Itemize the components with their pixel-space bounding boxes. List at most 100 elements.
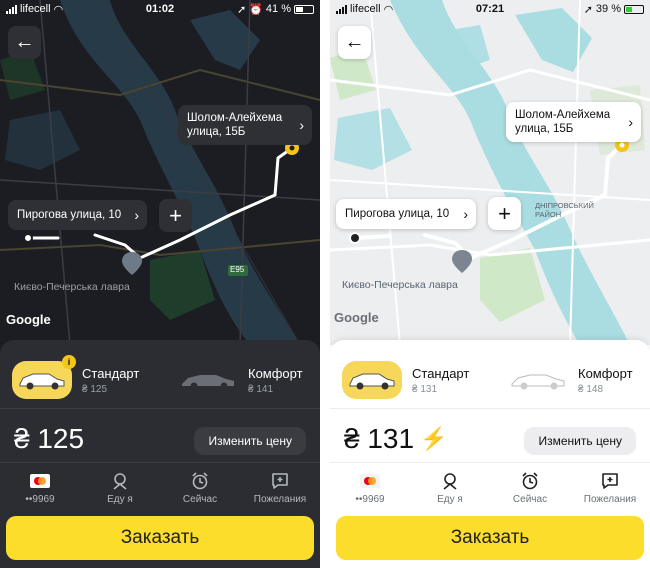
change-price-button[interactable]: Изменить цену bbox=[524, 427, 636, 455]
arrow-left-icon: ← bbox=[344, 31, 365, 53]
back-button[interactable]: ← bbox=[338, 26, 371, 59]
divider bbox=[0, 408, 320, 409]
comment-plus-icon bbox=[272, 473, 288, 489]
back-button[interactable]: ← bbox=[8, 26, 41, 59]
divider bbox=[330, 408, 650, 409]
wishes-label: Пожелания bbox=[583, 494, 637, 505]
phone-screen-light: Києво-Печерська лавра ДНІПРОВСЬКИЙ РАЙОН… bbox=[330, 0, 650, 568]
tariff-name: Комфорт bbox=[578, 365, 633, 381]
status-time: 01:02 bbox=[145, 3, 175, 15]
chevron-right-icon: › bbox=[628, 114, 633, 130]
schedule-button[interactable]: Сейчас bbox=[160, 466, 240, 510]
destination-address-line2: улица, 15Б bbox=[515, 123, 574, 135]
destination-address-chip[interactable]: Шолом-Алейхема улица, 15Б › bbox=[506, 102, 641, 142]
schedule-label: Сейчас bbox=[182, 494, 218, 505]
battery-percent: 41 % bbox=[265, 3, 291, 15]
map[interactable]: Києво-Печерська лавра E95 Google bbox=[0, 0, 320, 345]
passenger-label: Еду я bbox=[107, 494, 133, 505]
status-bar: lifecell ◠ 01:02 ➚ ⏰ 41 % bbox=[0, 0, 320, 18]
tariff-comfort[interactable]: Комфорт ₴ 148 bbox=[508, 350, 633, 410]
person-icon bbox=[113, 473, 127, 490]
destination-address-chip[interactable]: Шолом-Алейхема улица, 15Б › bbox=[178, 105, 312, 145]
comment-plus-icon bbox=[602, 473, 618, 489]
tariff-standard[interactable]: i Стандарт ₴ 125 bbox=[12, 350, 139, 410]
wishes-button[interactable]: Пожелания bbox=[570, 466, 650, 510]
google-logo: Google bbox=[334, 310, 379, 325]
order-button[interactable]: Заказать bbox=[6, 516, 314, 560]
tariff-price: ₴ 148 bbox=[578, 383, 604, 395]
arrow-left-icon: ← bbox=[14, 31, 35, 53]
map-graphic bbox=[0, 0, 320, 345]
signal-icon bbox=[336, 4, 347, 14]
destination-address-line1: Шолом-Алейхема bbox=[515, 109, 611, 121]
payment-method-button[interactable]: ••9969 bbox=[330, 466, 410, 510]
payment-label: ••9969 bbox=[355, 494, 385, 505]
schedule-label: Сейчас bbox=[512, 494, 548, 505]
tariff-selector: Стандарт ₴ 131 Комфорт ₴ 148 bbox=[330, 350, 650, 410]
add-stop-button[interactable]: + bbox=[488, 197, 521, 230]
map-graphic bbox=[330, 0, 650, 345]
tariff-price: ₴ 131 bbox=[412, 383, 438, 395]
car-icon bbox=[511, 374, 565, 390]
change-price-button[interactable]: Изменить цену bbox=[194, 427, 306, 455]
status-bar: lifecell ◠ 07:21 ➚ 39 % bbox=[330, 0, 650, 18]
chevron-right-icon: › bbox=[299, 117, 304, 133]
alarm-clock-icon bbox=[192, 472, 208, 490]
destination-address-line2: улица, 15Б bbox=[187, 126, 246, 138]
car-icon bbox=[19, 373, 65, 390]
mastercard-icon bbox=[30, 474, 50, 488]
car-thumbnail bbox=[178, 361, 238, 399]
car-thumbnail bbox=[342, 361, 402, 399]
map-label-district: ДНІПРОВСЬКИЙ РАЙОН bbox=[535, 201, 594, 219]
tariff-name: Стандарт bbox=[82, 365, 140, 381]
surge-bolt-icon: ⚡ bbox=[420, 426, 448, 451]
location-icon: ➚ bbox=[237, 3, 247, 16]
mastercard-icon bbox=[360, 474, 380, 488]
tariff-comfort[interactable]: Комфорт ₴ 141 bbox=[178, 350, 303, 410]
passenger-button[interactable]: Еду я bbox=[410, 466, 490, 510]
person-icon bbox=[443, 473, 457, 490]
chevron-right-icon: › bbox=[134, 207, 139, 223]
car-thumbnail: i bbox=[12, 355, 76, 399]
divider bbox=[330, 462, 650, 463]
payment-method-button[interactable]: ••9969 bbox=[0, 466, 80, 510]
map[interactable]: Києво-Печерська лавра ДНІПРОВСЬКИЙ РАЙОН… bbox=[330, 0, 650, 345]
divider bbox=[0, 462, 320, 463]
car-icon bbox=[349, 373, 395, 390]
bottom-sheet: Стандарт ₴ 131 Комфорт ₴ 148 ₴ 131 ⚡ Изм… bbox=[330, 340, 650, 568]
tariff-name: Стандарт bbox=[412, 365, 470, 381]
carrier-name: lifecell bbox=[20, 3, 51, 15]
wifi-icon: ◠ bbox=[53, 3, 64, 16]
pickup-address-chip[interactable]: Пирогова улица, 10 › bbox=[8, 200, 147, 230]
plus-icon: + bbox=[498, 200, 511, 226]
tariff-name: Комфорт bbox=[248, 365, 303, 381]
pickup-address-chip[interactable]: Пирогова улица, 10 › bbox=[336, 199, 476, 229]
wishes-label: Пожелания bbox=[253, 494, 307, 505]
passenger-button[interactable]: Еду я bbox=[80, 466, 160, 510]
price-value: ₴ 125 bbox=[14, 423, 85, 454]
car-icon bbox=[182, 375, 234, 390]
plus-icon: + bbox=[169, 202, 182, 228]
passenger-label: Еду я bbox=[437, 494, 463, 505]
phone-screen-dark: Києво-Печерська лавра E95 Google lifecel… bbox=[0, 0, 320, 568]
map-label-lavra: Києво-Печерська лавра bbox=[342, 279, 458, 291]
schedule-button[interactable]: Сейчас bbox=[490, 466, 570, 510]
alarm-clock-icon bbox=[522, 472, 538, 490]
add-stop-button[interactable]: + bbox=[159, 199, 192, 232]
location-icon: ➚ bbox=[583, 3, 593, 16]
price-value: ₴ 131 bbox=[344, 423, 415, 454]
order-button[interactable]: Заказать bbox=[336, 516, 644, 560]
tariff-standard[interactable]: Стандарт ₴ 131 bbox=[342, 350, 469, 410]
carrier-name: lifecell bbox=[350, 3, 381, 15]
wishes-button[interactable]: Пожелания bbox=[240, 466, 320, 510]
battery-icon bbox=[624, 4, 644, 14]
tariff-selector: i Стандарт ₴ 125 Комфорт ₴ 141 bbox=[0, 350, 320, 410]
action-bar: ••9969 Еду я Сейчас Пожелания bbox=[0, 466, 320, 510]
pickup-address-label: Пирогова улица, 10 bbox=[345, 208, 450, 220]
battery-icon bbox=[294, 4, 314, 14]
info-icon[interactable]: i bbox=[62, 355, 76, 369]
map-label-lavra: Києво-Печерська лавра bbox=[14, 281, 130, 293]
action-bar: ••9969 Еду я Сейчас Пожелания bbox=[330, 466, 650, 510]
car-thumbnail bbox=[508, 361, 568, 399]
price-row: ₴ 131 ⚡ Изменить цену bbox=[330, 415, 650, 465]
